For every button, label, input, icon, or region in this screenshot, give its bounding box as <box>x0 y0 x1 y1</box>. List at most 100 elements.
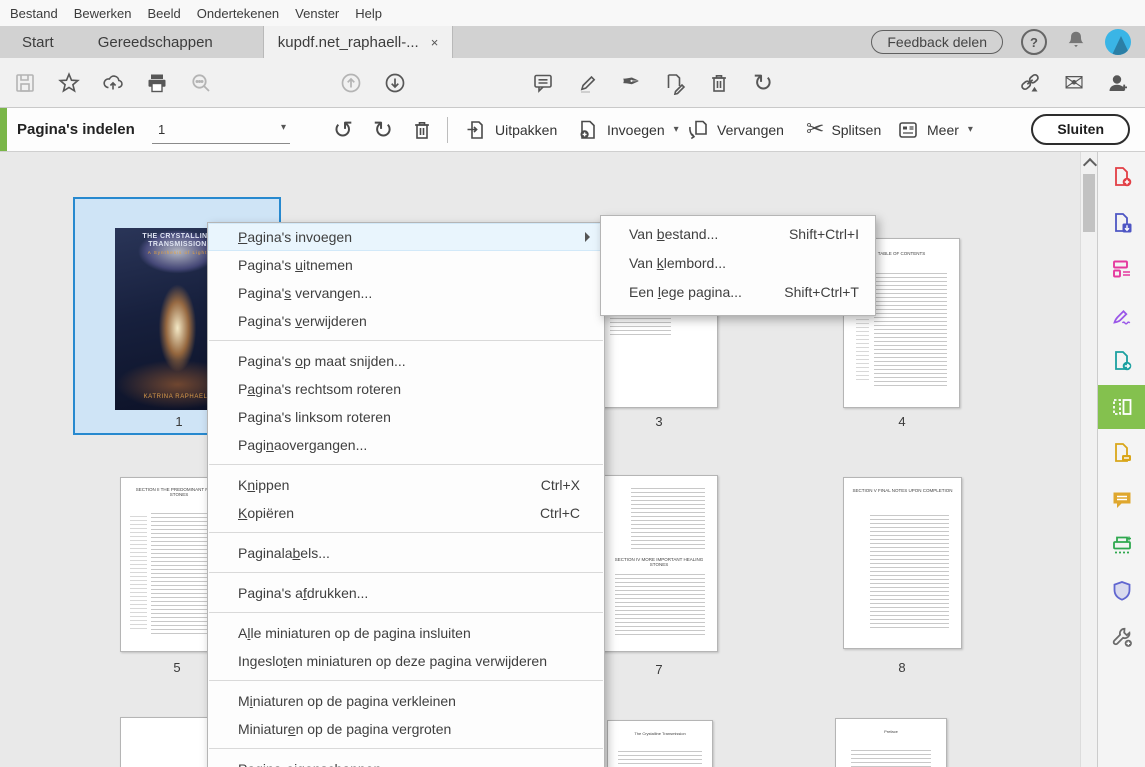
context-menu-item[interactable]: Pagina-eigenschappen... <box>208 755 604 767</box>
insert-caret-icon: ▾ <box>674 124 679 135</box>
page-thumbnail-7[interactable]: SECTION IV MORE IMPORTANT HEALING STONES <box>600 475 718 652</box>
feedback-button[interactable]: Feedback delen <box>871 30 1003 54</box>
star-icon[interactable] <box>57 71 81 95</box>
menubar-item-bestand[interactable]: Bestand <box>8 6 72 21</box>
print-icon[interactable] <box>145 71 169 95</box>
context-menu-item[interactable]: Pagina's afdrukken... <box>208 579 604 607</box>
add-person-icon[interactable] <box>1106 71 1130 95</box>
tab-tools[interactable]: Gereedschappen <box>76 26 235 58</box>
tab-start[interactable]: Start <box>0 26 76 58</box>
context-menu-item[interactable]: Miniaturen op de pagina vergroten <box>208 715 604 743</box>
context-menu-item[interactable]: Ingesloten miniaturen op deze pagina ver… <box>208 647 604 675</box>
more-caret-icon: ▾ <box>968 124 973 135</box>
page-label-8: 8 <box>882 660 922 675</box>
replace-label: Vervangen <box>717 122 784 138</box>
page-range-value: 1 <box>158 122 165 137</box>
mail-icon[interactable]: ✉ <box>1062 71 1086 95</box>
context-menu-item[interactable]: Pagina's invoegen <box>208 223 604 251</box>
previous-page-icon[interactable] <box>339 71 363 95</box>
help-icon[interactable]: ? <box>1021 29 1047 55</box>
scrollbar-thumb[interactable] <box>1083 174 1095 232</box>
context-menu-item[interactable]: Pagina's op maat snijden... <box>208 347 604 375</box>
page-thumbnail-row3-right[interactable]: Preface <box>835 718 947 767</box>
create-pdf-icon[interactable] <box>1110 165 1134 189</box>
page-label-4: 4 <box>882 414 922 429</box>
context-menu-item[interactable]: Pagina's linksom roteren <box>208 403 604 431</box>
edit-page-icon[interactable] <box>663 71 687 95</box>
comment-icon[interactable] <box>531 71 555 95</box>
vertical-scrollbar[interactable] <box>1080 152 1097 767</box>
menubar-item-help[interactable]: Help <box>353 6 396 21</box>
comment-tool-icon[interactable] <box>1110 488 1134 512</box>
organize-pages-icon[interactable] <box>1110 395 1134 419</box>
context-menu-item[interactable]: Kopiëren Ctrl+C <box>208 499 604 527</box>
more-button[interactable]: Meer ▾ <box>896 108 973 151</box>
menubar-item-venster[interactable]: Venster <box>293 6 353 21</box>
close-tool-button[interactable]: Sluiten <box>1031 114 1130 145</box>
menu-separator <box>209 612 603 613</box>
menu-separator <box>209 532 603 533</box>
protect-pdf-icon[interactable] <box>1110 579 1134 603</box>
rotate-left-icon[interactable]: ↺ <box>330 117 356 143</box>
page-range-combobox[interactable]: 1 ▾ <box>152 117 290 144</box>
close-tab-icon[interactable]: × <box>431 35 439 50</box>
main-toolbar: / 280 ✒ ↻ ✉ <box>0 58 1145 108</box>
page-8-heading: SECTION V FINAL NOTES UPON COMPLETION <box>851 488 954 494</box>
extract-button[interactable]: Uitpakken <box>464 108 557 151</box>
bell-icon[interactable] <box>1065 29 1087 56</box>
page-label-7: 7 <box>639 662 679 677</box>
page-label-1: 1 <box>159 414 199 429</box>
highlighter-icon[interactable] <box>576 71 600 95</box>
sign-pen-icon[interactable]: ✒ <box>619 71 643 95</box>
tool-title: Pagina's indelen <box>17 108 135 151</box>
submenu-item[interactable]: Van bestand... Shift+Ctrl+I <box>601 220 875 249</box>
rotate-right-icon[interactable]: ↻ <box>370 117 396 143</box>
delete-pages-icon[interactable] <box>707 71 731 95</box>
context-menu-item[interactable]: Paginaovergangen... <box>208 431 604 459</box>
context-menu-item[interactable]: Pagina's rechtsom roteren <box>208 375 604 403</box>
search-icon[interactable] <box>189 71 213 95</box>
page-7-heading: SECTION IV MORE IMPORTANT HEALING STONES <box>608 557 710 568</box>
page-thumbnail-8[interactable]: SECTION V FINAL NOTES UPON COMPLETION <box>843 477 962 649</box>
account-avatar[interactable] <box>1105 29 1131 55</box>
save-icon[interactable] <box>13 71 37 95</box>
split-button[interactable]: ✂ Splitsen <box>806 108 881 151</box>
tab-document[interactable]: kupdf.net_raphaell-... × <box>263 26 454 58</box>
next-page-icon[interactable] <box>383 71 407 95</box>
rotate-pages-icon[interactable]: ↻ <box>751 71 775 95</box>
insert-icon <box>576 118 600 142</box>
context-menu-item[interactable]: Pagina's verwijderen <box>208 307 604 335</box>
more-tools-icon[interactable] <box>1110 625 1134 649</box>
context-menu: Pagina's invoegen Pagina's uitnemen Pagi… <box>207 222 605 767</box>
delete-page-icon[interactable] <box>409 117 435 143</box>
compress-pdf-icon[interactable] <box>1110 441 1134 465</box>
menubar: BestandBewerkenBeeldOndertekenenVensterH… <box>0 0 1145 26</box>
menubar-item-beeld[interactable]: Beeld <box>146 6 195 21</box>
context-menu-item[interactable]: Alle miniaturen op de pagina insluiten <box>208 619 604 647</box>
menu-separator <box>209 340 603 341</box>
scrollbar-up-icon[interactable] <box>1083 158 1097 172</box>
replace-button[interactable]: Vervangen <box>686 108 784 151</box>
context-menu-item[interactable]: Pagina's uitnemen <box>208 251 604 279</box>
cloud-upload-icon[interactable] <box>101 71 125 95</box>
edit-pdf-icon[interactable] <box>1110 257 1134 281</box>
organize-divider <box>447 117 448 143</box>
fill-sign-icon[interactable] <box>1110 304 1134 328</box>
send-for-signature-icon[interactable] <box>1110 349 1134 373</box>
menu-shortcut: Shift+Ctrl+I <box>789 220 859 249</box>
context-menu-item[interactable]: Pagina's vervangen... <box>208 279 604 307</box>
export-pdf-icon[interactable] <box>1110 211 1134 235</box>
scan-ocr-icon[interactable] <box>1110 533 1134 557</box>
insert-button[interactable]: Invoegen ▾ <box>576 108 679 151</box>
acrobat-window: BestandBewerkenBeeldOndertekenenVensterH… <box>0 0 1145 767</box>
submenu-item[interactable]: Van klembord... <box>601 249 875 278</box>
submenu-item[interactable]: Een lege pagina... Shift+Ctrl+T <box>601 278 875 307</box>
context-menu-item[interactable]: Miniaturen op de pagina verkleinen <box>208 687 604 715</box>
page-thumbnail-row3-mid[interactable]: The Crystalline Transmission <box>607 720 713 767</box>
link-icon[interactable] <box>1018 71 1042 95</box>
context-menu-item[interactable]: Knippen Ctrl+X <box>208 471 604 499</box>
context-menu-item[interactable]: Paginalabels... <box>208 539 604 567</box>
menubar-item-bewerken[interactable]: Bewerken <box>72 6 146 21</box>
row3-mid-heading: The Crystalline Transmission <box>614 731 706 737</box>
menubar-item-ondertekenen[interactable]: Ondertekenen <box>195 6 293 21</box>
